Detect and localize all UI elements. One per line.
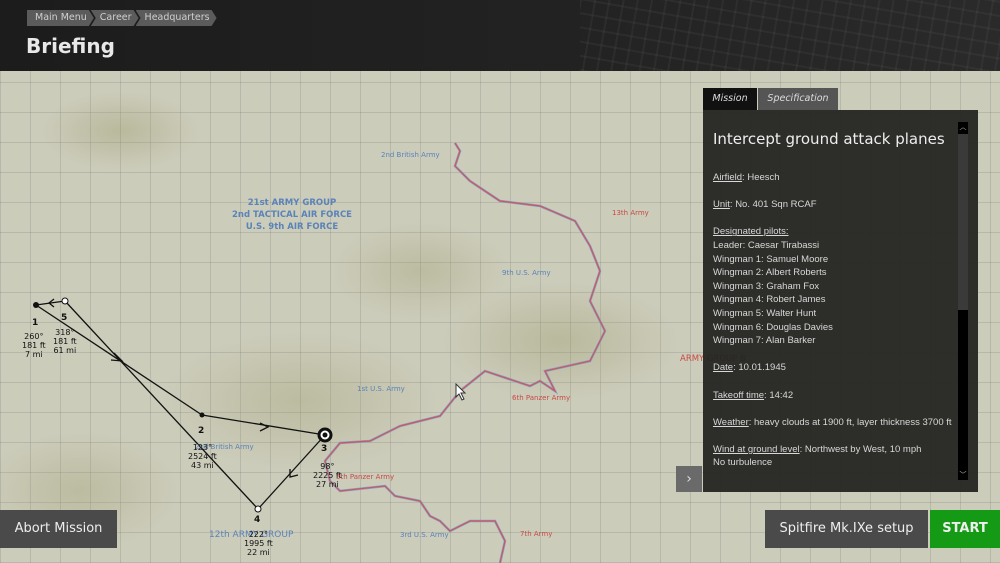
abort-mission-button[interactable]: Abort Mission <box>0 510 117 548</box>
map-label: 13th Army <box>612 209 649 217</box>
altitude: 181 ft <box>53 337 77 346</box>
waypoint-1-info: 260° 181 ft 7 mi <box>22 332 46 359</box>
header-decoration <box>580 0 1000 71</box>
wind-value: Northwest by West, 10 mph <box>804 443 922 455</box>
altitude: 181 ft <box>22 341 46 350</box>
distance: 7 mi <box>24 350 43 359</box>
collapse-panel-chevron-right-icon[interactable]: › <box>676 466 702 492</box>
waypoint-5-info: 318° 181 ft 61 mi <box>53 328 77 355</box>
airfield-value: Heesch <box>747 172 780 183</box>
map-label: 1st U.S. Army <box>357 385 405 393</box>
weather-label: Weather <box>713 416 749 428</box>
heading: 318° <box>55 328 75 337</box>
target-center <box>322 432 328 438</box>
mission-title: Intercept ground attack planes <box>713 130 945 148</box>
pilot-item: Wingman 3: Graham Fox <box>713 280 820 292</box>
map-label: 3rd U.S. Army <box>400 531 449 539</box>
turbulence-row: No turbulence <box>713 457 773 469</box>
distance: 61 mi <box>53 346 77 355</box>
tab-specification[interactable]: Specification <box>758 88 838 110</box>
altitude: 2524 ft <box>188 452 217 461</box>
heading: 123° <box>192 443 212 452</box>
date-row: Date: 10.01.1945 <box>713 362 786 374</box>
weather-value: heavy clouds at 1900 ft, layer thickness… <box>754 416 952 428</box>
waypoint-2-info: 123° 2524 ft 43 mi <box>188 443 217 470</box>
mission-details: Airfield: Heesch Unit: No. 401 Sqn RCAF … <box>713 171 956 489</box>
altitude: 1995 ft <box>244 539 273 548</box>
pilot-item: Wingman 5: Walter Hunt <box>713 307 817 319</box>
waypoint-2-number: 2 <box>198 426 205 436</box>
waypoint-4-marker <box>254 505 262 513</box>
mouse-cursor-icon <box>455 383 467 401</box>
waypoint-3-number: 3 <box>321 444 328 454</box>
breadcrumb: Main Menu Career Headquarters <box>27 10 214 26</box>
map-label-21st-army-group: 21st ARMY GROUP 2nd TACTICAL AIR FORCE U… <box>232 197 352 233</box>
waypoint-5-number: 5 <box>61 313 68 323</box>
takeoff-label: Takeoff time <box>713 389 765 401</box>
route <box>35 298 326 510</box>
map-label: 5th Panzer Army <box>336 473 395 481</box>
start-button[interactable]: START <box>930 510 1000 548</box>
wind-row: Wind at ground level: Northwest by West,… <box>713 443 922 455</box>
scroll-down-icon[interactable]: ﹀ <box>958 470 968 480</box>
breadcrumb-career[interactable]: Career <box>91 10 139 26</box>
heading: 222° <box>248 530 268 539</box>
takeoff-row: Takeoff time: 14:42 <box>713 389 794 401</box>
pilot-item: Wingman 4: Robert James <box>713 294 826 306</box>
panel-scrollbar[interactable]: ︿ ﹀ <box>958 122 968 480</box>
map-label: 2nd British Army <box>381 151 440 159</box>
mission-briefing-panel: Intercept ground attack planes Airfield:… <box>703 110 978 492</box>
breadcrumb-headquarters[interactable]: Headquarters <box>136 10 217 26</box>
waypoint-1-number: 1 <box>32 318 39 328</box>
pilot-item: Wingman 1: Samuel Moore <box>713 253 829 265</box>
waypoint-4-number: 4 <box>254 515 261 525</box>
heading: 260° <box>24 332 44 341</box>
heading: 98° <box>320 462 335 471</box>
waypoint-3-info: 98° 2225 ft 27 mi <box>313 462 342 489</box>
unit-value: No. 401 Sqn RCAF <box>735 199 817 211</box>
unit-row: Unit: No. 401 Sqn RCAF <box>713 199 817 211</box>
wind-label: Wind at ground level <box>713 443 800 455</box>
date-label: Date <box>713 362 734 374</box>
pilot-item: Wingman 7: Alan Barker <box>713 335 816 347</box>
airfield-row: Airfield: Heesch <box>713 172 780 183</box>
airfield-label: Airfield <box>713 172 743 183</box>
map-label: 9th U.S. Army <box>502 269 551 277</box>
aircraft-setup-button[interactable]: Spitfire Mk.IXe setup <box>765 510 928 548</box>
distance: 43 mi <box>190 461 214 470</box>
pilot-item: Wingman 6: Douglas Davies <box>713 321 833 333</box>
weather-row: Weather: heavy clouds at 1900 ft, layer … <box>713 416 952 428</box>
pilot-item: Wingman 2: Albert Roberts <box>713 267 827 279</box>
front-line <box>323 142 607 563</box>
altitude: 2225 ft <box>313 471 342 480</box>
route-arrow <box>259 422 270 432</box>
route-leg-4-5 <box>64 300 259 510</box>
map-label: 7th Army <box>520 530 553 538</box>
scrollbar-thumb[interactable] <box>958 134 968 310</box>
header: Main Menu Career Headquarters Briefing <box>0 0 1000 71</box>
distance: 22 mi <box>246 548 270 557</box>
pilot-item: Leader: Caesar Tirabassi <box>713 239 820 251</box>
waypoint-2-marker <box>199 412 205 418</box>
takeoff-value: 14:42 <box>769 389 794 401</box>
waypoint-4-info: 222° 1995 ft 22 mi <box>244 530 273 557</box>
map-label-text: 21st ARMY GROUP 2nd TACTICAL AIR FORCE U… <box>232 198 352 232</box>
breadcrumb-main-menu[interactable]: Main Menu <box>27 10 94 26</box>
scroll-up-icon[interactable]: ︿ <box>958 122 968 132</box>
waypoint-1-marker <box>33 302 39 308</box>
pilots-label: Designated pilots: <box>713 226 789 238</box>
tab-mission[interactable]: Mission <box>703 88 757 110</box>
map-label: 6th Panzer Army <box>512 394 571 402</box>
unit-label: Unit <box>713 199 730 211</box>
distance: 27 mi <box>315 480 339 489</box>
front-line-red <box>324 142 606 563</box>
date-value: 10.01.1945 <box>738 362 786 374</box>
waypoint-5-marker <box>61 297 69 305</box>
page-title: Briefing <box>26 34 115 58</box>
